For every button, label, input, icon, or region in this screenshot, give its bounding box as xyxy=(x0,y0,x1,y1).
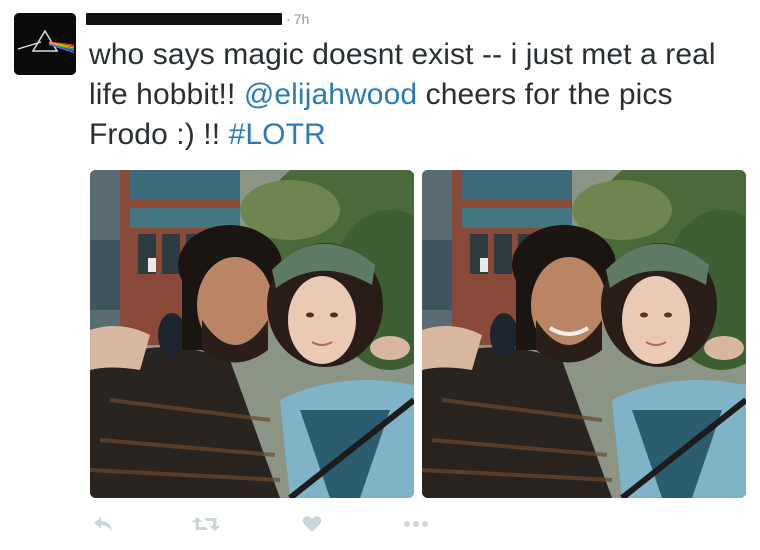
like-button[interactable] xyxy=(302,512,322,536)
tweet-text: who says magic doesnt exist -- i just me… xyxy=(89,35,749,155)
hashtag-link[interactable]: #LOTR xyxy=(229,118,326,151)
prism-icon xyxy=(14,13,76,75)
retweet-icon xyxy=(192,517,220,531)
selfie-photo xyxy=(90,170,414,498)
header-separator: · xyxy=(286,11,291,27)
tweet-actions xyxy=(0,512,760,536)
photo-left[interactable] xyxy=(90,170,414,498)
tweet-header: · 7h xyxy=(86,9,309,29)
selfie-photo xyxy=(422,170,746,498)
tweet-timestamp[interactable]: 7h xyxy=(294,11,310,27)
more-icon xyxy=(404,521,428,527)
avatar[interactable] xyxy=(14,13,76,75)
more-button[interactable] xyxy=(403,512,429,536)
retweet-button[interactable] xyxy=(192,512,220,536)
redacted-user-name xyxy=(86,13,282,25)
photo-right[interactable] xyxy=(422,170,746,498)
reply-button[interactable] xyxy=(92,512,114,536)
heart-icon xyxy=(302,516,322,532)
mention-link[interactable]: @elijahwood xyxy=(244,78,417,111)
reply-icon xyxy=(94,517,112,531)
